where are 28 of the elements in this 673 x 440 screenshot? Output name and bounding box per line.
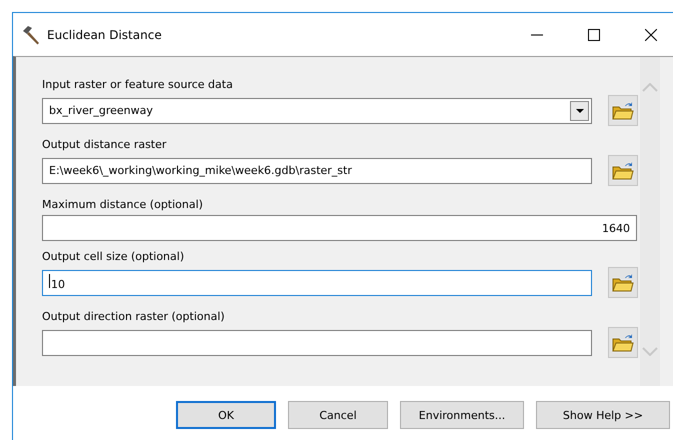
dialog-button[interactable]: OK — [176, 401, 276, 429]
dialog-button[interactable]: Environments... — [400, 401, 524, 429]
input-field[interactable]: 10 — [42, 270, 592, 296]
field-label: Output cell size (optional) — [42, 249, 186, 264]
browse-button[interactable] — [608, 155, 638, 186]
minimize-icon — [531, 34, 544, 36]
folder-icon — [612, 100, 634, 120]
hammer-icon — [21, 24, 41, 44]
field-label: Maximum distance (optional) — [42, 197, 204, 212]
field-label: Output direction raster (optional) — [42, 309, 226, 324]
dropdown-arrow-icon — [576, 108, 584, 112]
folder-icon — [612, 272, 634, 292]
folder-icon — [612, 160, 634, 180]
input-field[interactable] — [42, 330, 592, 356]
browse-button[interactable] — [608, 327, 638, 358]
folder-icon — [612, 332, 634, 352]
input-field[interactable]: 1640 — [42, 215, 637, 241]
maximize-icon — [588, 28, 600, 40]
window-title: Euclidean Distance — [47, 28, 163, 42]
browse-button[interactable] — [608, 267, 638, 298]
dialog-button[interactable]: Show Help >> — [536, 401, 670, 429]
dropdown-field[interactable]: bx_river_greenway — [42, 98, 592, 124]
field-label: Output distance raster — [42, 137, 168, 152]
close-icon — [644, 28, 657, 40]
input-field[interactable]: E:\week6\_working\working_mike\week6.gdb\raster_str — [42, 158, 592, 184]
dialog-button[interactable]: Cancel — [288, 401, 388, 429]
browse-button[interactable] — [608, 95, 638, 126]
field-label: Input raster or feature source data — [42, 77, 234, 92]
